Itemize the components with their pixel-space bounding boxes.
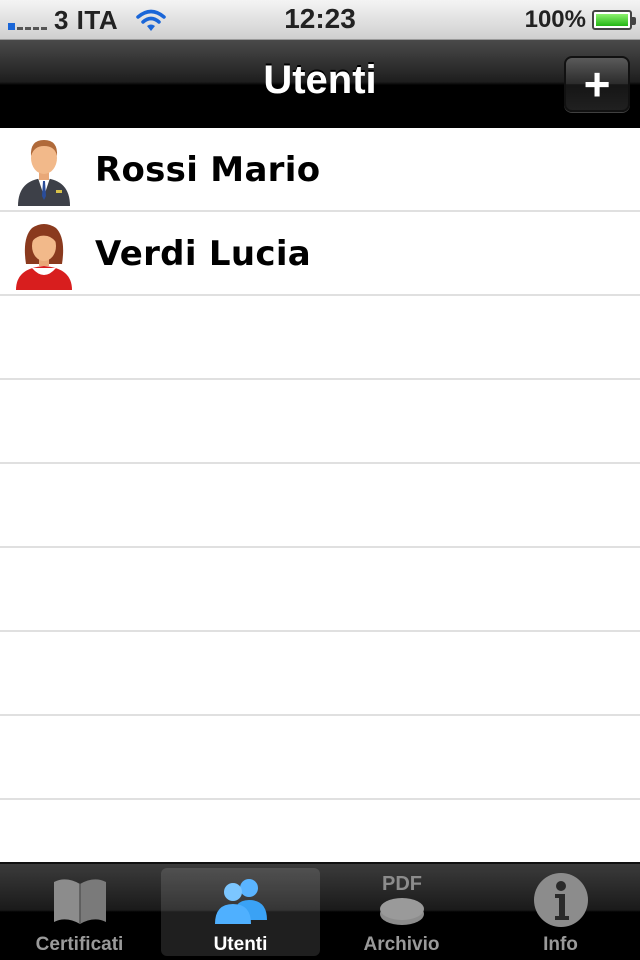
- navigation-bar: Utenti +: [0, 40, 640, 128]
- tab-archivio[interactable]: PDF Archivio: [322, 864, 481, 960]
- man-avatar-icon: [18, 140, 70, 206]
- book-icon: [53, 879, 106, 924]
- add-user-button[interactable]: +: [564, 56, 630, 112]
- empty-row: [0, 548, 640, 632]
- list-item-verdi-lucia[interactable]: Verdi Lucia: [0, 212, 640, 296]
- empty-row: [0, 716, 640, 800]
- user-name: Verdi Lucia: [95, 234, 312, 274]
- status-bar: 3 ITA 12:23 100%: [0, 0, 640, 40]
- status-right: 100%: [524, 6, 636, 34]
- tab-bar: Certificati Utenti PDF Archivio Info: [0, 862, 640, 960]
- tab-utenti[interactable]: Utenti: [161, 868, 320, 956]
- woman-avatar-icon: [16, 224, 72, 290]
- tab-info[interactable]: Info: [481, 864, 640, 960]
- empty-row: [0, 380, 640, 464]
- users-list: Rossi Mario Verdi Lucia: [0, 128, 640, 884]
- empty-row: [0, 464, 640, 548]
- tab-label: Utenti: [213, 934, 268, 955]
- svg-text:PDF: PDF: [382, 873, 422, 895]
- tab-certificati[interactable]: Certificati: [0, 864, 159, 960]
- pdf-archive-icon: PDF: [379, 873, 424, 925]
- empty-row: [0, 296, 640, 380]
- tab-label: Archivio: [363, 934, 440, 955]
- battery-icon: [592, 10, 636, 30]
- users-icon: [214, 879, 267, 924]
- page-title: Utenti: [263, 58, 377, 102]
- battery-percentage: 100%: [524, 6, 586, 33]
- empty-row: [0, 632, 640, 716]
- tab-label: Certificati: [35, 934, 124, 955]
- list-item-rossi-mario[interactable]: Rossi Mario: [0, 128, 640, 212]
- info-icon: [533, 873, 588, 927]
- tab-label: Info: [543, 934, 578, 955]
- user-name: Rossi Mario: [95, 150, 321, 190]
